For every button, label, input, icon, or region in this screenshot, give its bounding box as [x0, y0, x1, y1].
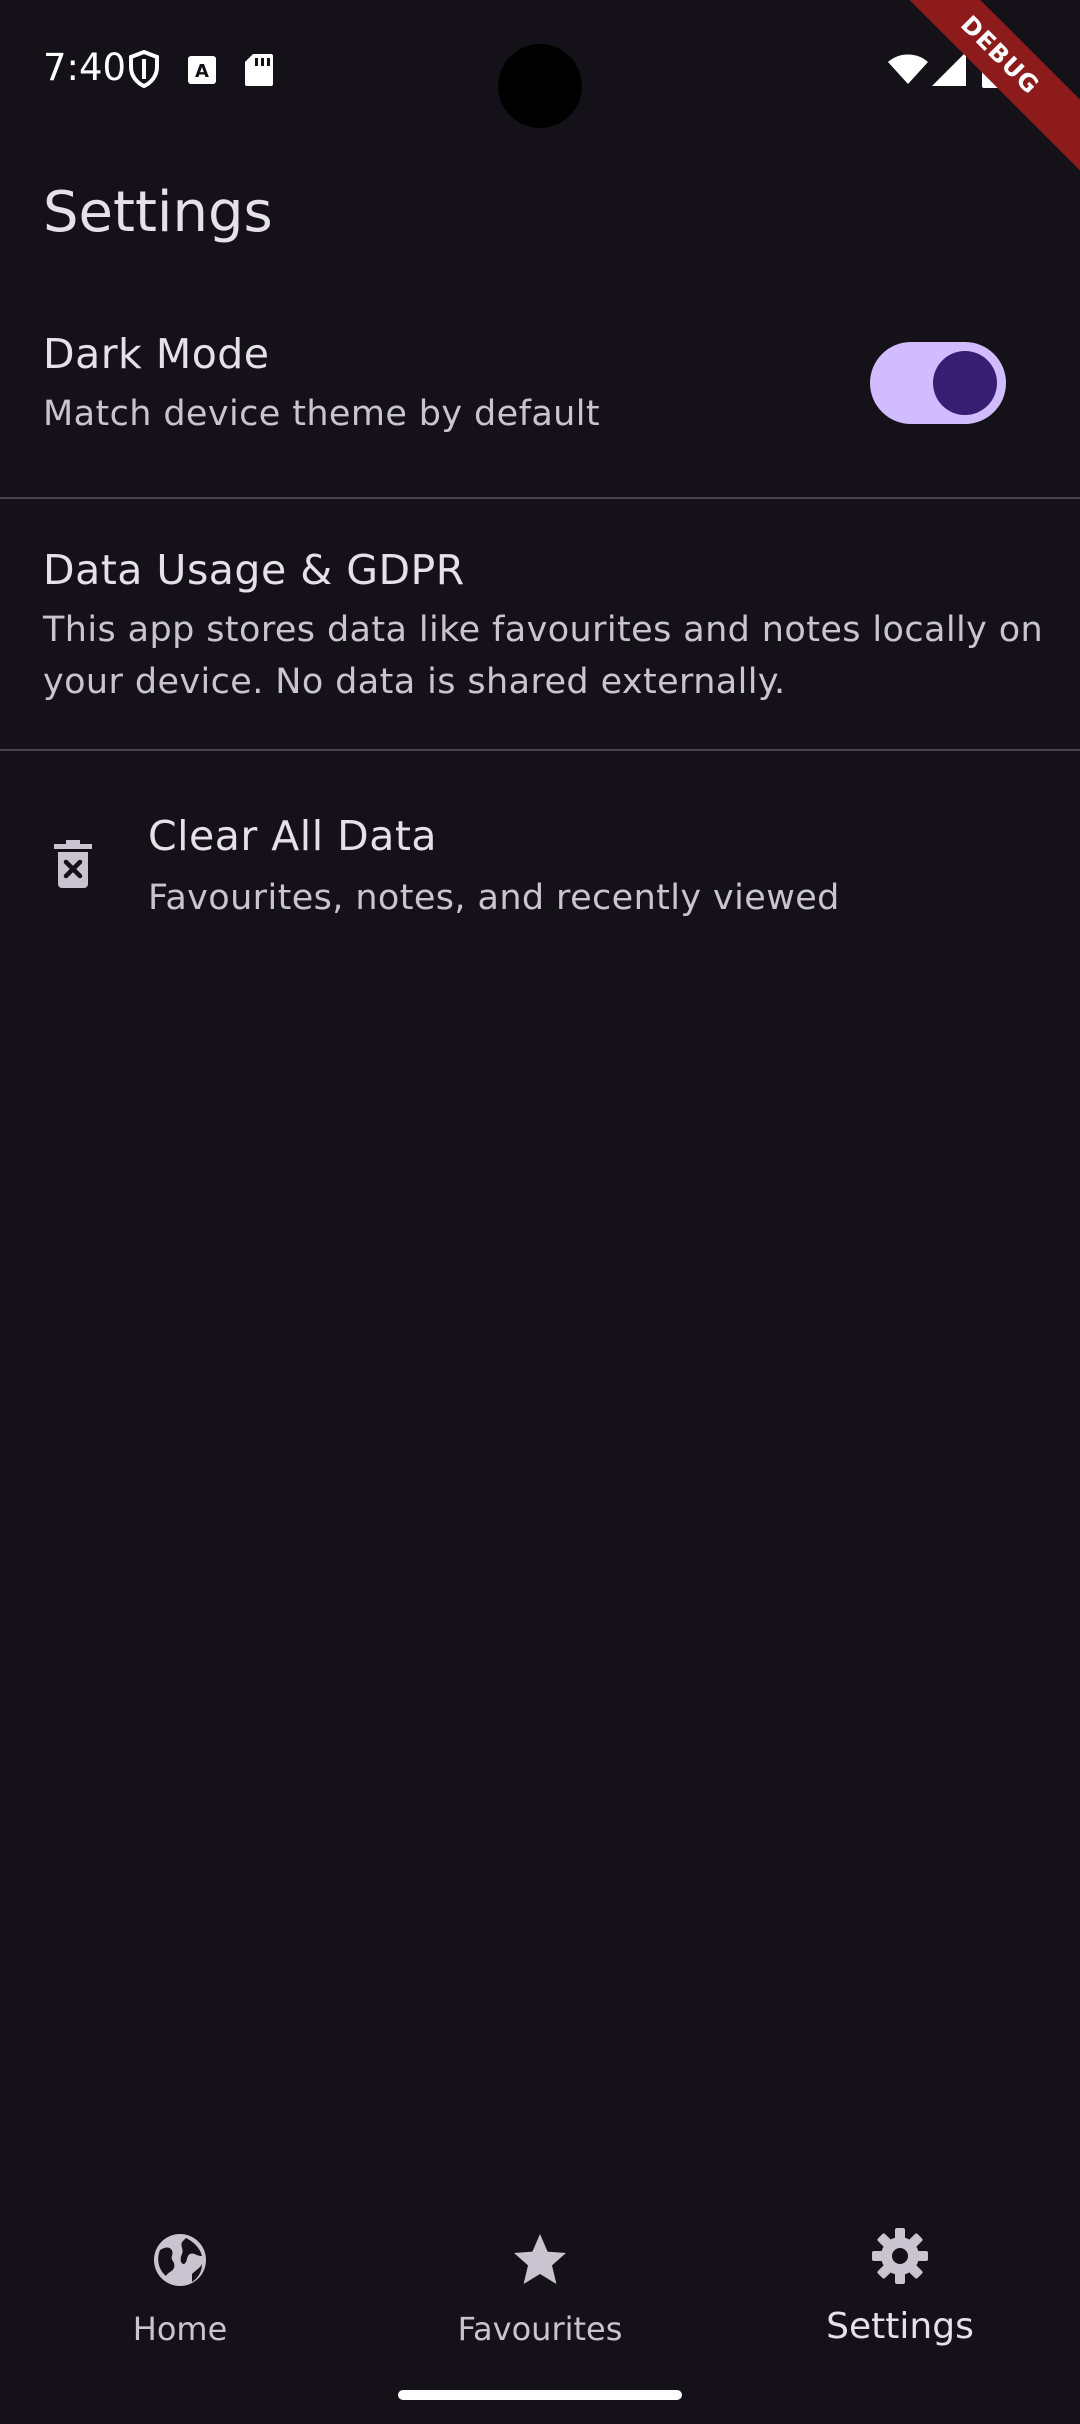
- nav-label-home: Home: [132, 2310, 228, 2348]
- app-screen: 7:40 A DEBUG Settings Dark Mode Match de…: [0, 0, 1080, 2424]
- camera-cutout: [498, 44, 582, 128]
- dark-mode-title: Dark Mode: [43, 330, 270, 378]
- clear-all-data-subtitle: Favourites, notes, and recently viewed: [148, 878, 840, 918]
- nav-item-favourites[interactable]: Favourites: [360, 2180, 720, 2360]
- switch-knob: [933, 351, 997, 415]
- gear-icon: [872, 2228, 928, 2284]
- svg-text:A: A: [195, 61, 209, 82]
- debug-banner: DEBUG: [876, 0, 1080, 179]
- clear-all-data-title: Clear All Data: [148, 812, 438, 860]
- sd-card-icon: [245, 54, 273, 86]
- nav-label-favourites: Favourites: [457, 2310, 623, 2348]
- data-usage-description-line1: This app stores data like favourites and…: [43, 610, 1044, 650]
- status-time: 7:40: [43, 46, 127, 89]
- shield-icon: [129, 50, 159, 88]
- nav-label-settings: Settings: [826, 2306, 974, 2347]
- nav-item-home[interactable]: Home: [0, 2180, 360, 2360]
- nav-item-settings[interactable]: Settings: [720, 2180, 1080, 2360]
- divider: [0, 497, 1080, 499]
- home-indicator[interactable]: [398, 2390, 682, 2400]
- star-icon: [514, 2234, 566, 2284]
- signal-icon: [932, 52, 966, 86]
- globe-icon: [154, 2234, 206, 2286]
- dark-mode-switch[interactable]: [870, 342, 1006, 424]
- divider: [0, 749, 1080, 751]
- status-bar: 7:40 A DEBUG: [0, 0, 1080, 179]
- data-usage-title: Data Usage & GDPR: [43, 546, 465, 594]
- bottom-navigation-bar: Home Favourites Settings: [0, 2180, 1080, 2424]
- wifi-icon: [888, 54, 928, 84]
- delete-forever-icon: [54, 840, 92, 888]
- data-usage-description-line2: your device. No data is shared externall…: [43, 662, 786, 702]
- page-title: Settings: [43, 180, 273, 245]
- dark-mode-subtitle: Match device theme by default: [43, 394, 601, 434]
- keyboard-a-icon: A: [188, 56, 216, 84]
